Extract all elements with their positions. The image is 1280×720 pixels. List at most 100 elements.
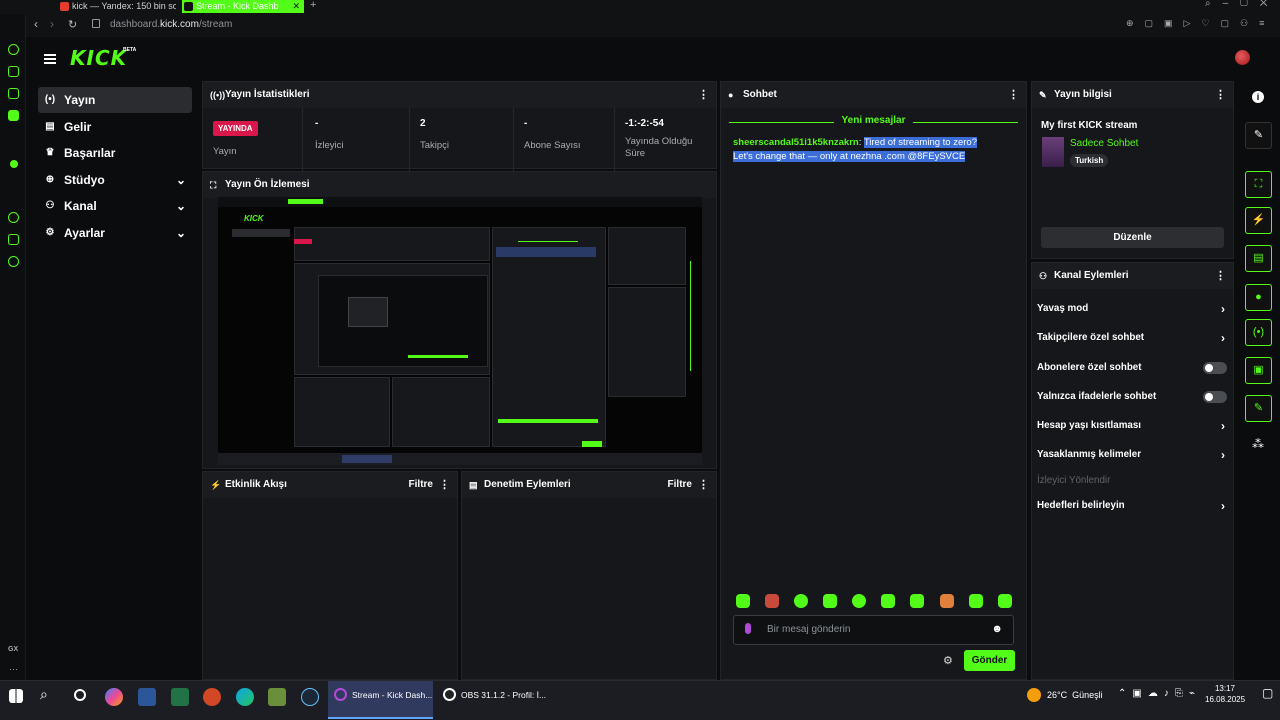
toggle-switch[interactable] xyxy=(1203,391,1227,403)
gx-control-icon[interactable] xyxy=(8,44,19,55)
gx-corner-icon[interactable] xyxy=(8,66,19,77)
preview-logo: KICK xyxy=(244,214,264,223)
trophy-icon: ♛ xyxy=(45,147,55,158)
menu-icon[interactable] xyxy=(44,54,56,64)
filter-button[interactable]: Filtre xyxy=(668,472,692,498)
emote-icon[interactable] xyxy=(969,594,983,608)
edit-button[interactable]: Düzenle xyxy=(1041,227,1224,248)
emote-icon[interactable] xyxy=(940,594,954,608)
url-text[interactable]: dashboard.kick.com/stream xyxy=(110,19,232,30)
stat-label: Abone Sayısı xyxy=(524,140,581,151)
broadcast-icon[interactable]: (•) xyxy=(1245,319,1272,346)
new-tab-icon[interactable]: + xyxy=(310,0,316,11)
close-tab-icon[interactable]: ✕ xyxy=(292,0,300,13)
emote-icon[interactable] xyxy=(852,594,866,608)
weather-text[interactable]: 26°C Güneşli xyxy=(1047,690,1103,700)
live-badge: YAYINDA xyxy=(213,121,258,136)
category-link[interactable]: Sadece Sohbet xyxy=(1070,138,1138,149)
taskbar-app-obs[interactable]: OBS 31.1.2 - Profil: İ... xyxy=(437,681,546,719)
taskbar-app-kick[interactable]: Stream - Kick Dash... xyxy=(328,681,433,719)
minecraft-icon[interactable] xyxy=(268,688,286,706)
nav-item-basarilar[interactable]: ♛ Başarılar xyxy=(38,140,192,166)
chat-icon[interactable]: ● xyxy=(1245,284,1272,311)
emote-icon[interactable] xyxy=(794,594,808,608)
window-controls[interactable]: ⌕–▢✕ xyxy=(1205,0,1279,9)
activity-feed-panel: ⚡ Etkinlik Akışı Filtre ⋮ xyxy=(202,471,458,680)
action-set-goals[interactable]: Hedefleri belirleyin › xyxy=(1037,499,1227,513)
system-tray-icons[interactable]: ⌃▣☁♪⎘⌁ xyxy=(1118,688,1201,699)
chat-username[interactable]: sheerscandal51i1k5knzakrn xyxy=(733,137,859,148)
focus-icon[interactable]: ⛶ xyxy=(1245,171,1272,198)
emote-icon[interactable] xyxy=(736,594,750,608)
more-icon[interactable]: ⋮ xyxy=(1215,263,1226,289)
more-icon[interactable]: ⋮ xyxy=(439,472,450,498)
copilot-icon[interactable] xyxy=(105,688,123,706)
action-banned-words[interactable]: Yasaklanmış kelimeler › xyxy=(1037,448,1227,462)
browser-tab-kick[interactable]: Stream - Kick Dashb ✕ xyxy=(182,0,304,13)
filter-button[interactable]: Filtre xyxy=(409,472,433,498)
steam-icon[interactable] xyxy=(301,688,319,706)
gx-store-icon[interactable] xyxy=(8,88,19,99)
nav-item-kanal[interactable]: ⚇ Kanal ⌄ xyxy=(38,193,192,219)
action-followers-only[interactable]: Takipçilere özel sohbet › xyxy=(1037,331,1227,345)
toggle-switch[interactable] xyxy=(1203,362,1227,374)
forward-icon[interactable]: › xyxy=(50,17,54,31)
layout-icon[interactable]: ▣ xyxy=(1245,357,1272,384)
gx-status-icon xyxy=(10,160,18,168)
action-slow-mode[interactable]: Yavaş mod › xyxy=(1037,302,1227,316)
info-icon[interactable]: i xyxy=(1252,91,1264,103)
microphone-icon[interactable] xyxy=(745,623,751,634)
emote-icon[interactable] xyxy=(765,594,779,608)
action-account-age[interactable]: Hesap yaşı kısıtlaması › xyxy=(1037,419,1227,433)
word-icon[interactable] xyxy=(138,688,156,706)
task-view-icon[interactable] xyxy=(74,689,86,701)
kick-logo[interactable]: KICK xyxy=(70,46,127,70)
more-icon[interactable]: ⋮ xyxy=(1215,82,1226,108)
back-icon[interactable]: ‹ xyxy=(34,17,38,31)
powerpoint-icon[interactable] xyxy=(203,688,221,706)
gear-icon[interactable]: ⚙ xyxy=(943,654,953,667)
wrench-icon[interactable]: ✎ xyxy=(1245,395,1272,422)
chat-message[interactable]: sheerscandal51i1k5knzakrn: Tired of stre… xyxy=(733,136,999,164)
excel-icon[interactable] xyxy=(171,688,189,706)
nav-item-yayin[interactable]: (•) Yayın xyxy=(38,87,192,113)
share-icon[interactable]: ⁂ xyxy=(1252,437,1264,451)
history-icon[interactable] xyxy=(8,212,19,223)
clock[interactable]: 13:17 16.08.2025 xyxy=(1205,684,1245,704)
toolbar-icons[interactable]: ⊕▢▣▷♡▢⚇≡ xyxy=(1126,18,1275,29)
more-icon[interactable]: ··· xyxy=(9,664,18,674)
edge-icon[interactable] xyxy=(236,688,254,706)
document-icon[interactable]: ▤ xyxy=(1245,245,1272,272)
stream-preview-video[interactable]: KICK xyxy=(218,197,702,465)
emoji-icon[interactable]: ☻ xyxy=(991,623,1003,635)
more-icon[interactable]: ⋮ xyxy=(698,82,709,108)
emote-icon[interactable] xyxy=(910,594,924,608)
avatar[interactable] xyxy=(1235,50,1250,65)
nav-item-studyo[interactable]: ⊕ Stüdyo ⌄ xyxy=(38,167,192,193)
send-button[interactable]: Gönder xyxy=(964,650,1015,671)
windows-start-icon[interactable] xyxy=(9,689,23,703)
reload-icon[interactable]: ↻ xyxy=(68,18,77,31)
more-icon[interactable]: ⋮ xyxy=(1008,82,1019,108)
stream-stats-panel: ((•)) Yayın İstatistikleri ⋮ YAYINDA Yay… xyxy=(202,81,717,172)
bolt-icon[interactable]: ⚡ xyxy=(1245,207,1272,234)
emote-icon[interactable] xyxy=(881,594,895,608)
emote-icon[interactable] xyxy=(998,594,1012,608)
settings-icon[interactable] xyxy=(8,256,19,267)
search-icon[interactable]: ⌕ xyxy=(40,686,48,703)
nav-item-ayarlar[interactable]: ⚙ Ayarlar ⌄ xyxy=(38,220,192,246)
taskbar-app-label: Stream - Kick Dash... xyxy=(352,690,433,700)
more-icon[interactable]: ⋮ xyxy=(698,472,709,498)
pencil-icon[interactable]: ✎ xyxy=(1245,122,1272,149)
extensions-icon[interactable] xyxy=(8,234,19,245)
preview-emote-row xyxy=(498,419,598,423)
browser-tab-yandex[interactable]: kick — Yandex: 150 bin so xyxy=(58,0,176,13)
action-subscribers-only[interactable]: Abonelere özel sohbet xyxy=(1037,361,1227,375)
nav-label: Gelir xyxy=(64,120,92,134)
emote-icon[interactable] xyxy=(823,594,837,608)
chat-input[interactable]: Bir mesaj gönderin ☻ xyxy=(733,615,1014,645)
action-emotes-only[interactable]: Yalnızca ifadelerle sohbet xyxy=(1037,390,1227,404)
gx-app-icon[interactable] xyxy=(8,110,19,121)
notifications-icon[interactable]: ▢ xyxy=(1262,686,1273,700)
nav-item-gelir[interactable]: ▤ Gelir xyxy=(38,114,192,140)
